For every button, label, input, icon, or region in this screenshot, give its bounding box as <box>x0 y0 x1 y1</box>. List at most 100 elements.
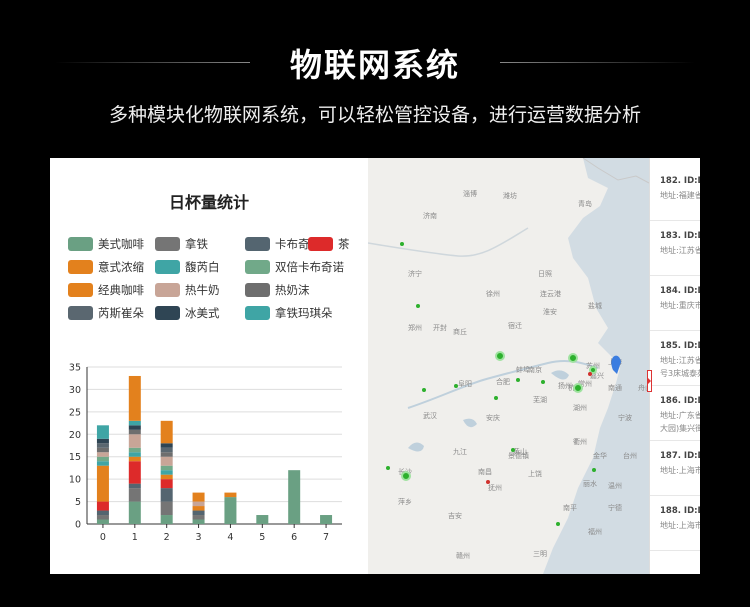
device-list-item[interactable]: 186. ID:D 地址:广东省大园)集兴街 <box>660 396 700 434</box>
map-city-label: 青岛 <box>578 199 592 208</box>
legend-item[interactable]: 拿铁玛琪朵 <box>245 305 333 321</box>
device-address: 地址:上海市 <box>660 521 700 530</box>
alert-marker[interactable] <box>588 372 592 376</box>
device-map[interactable]: 淄博 潍坊 青岛 济南 济宁 日照 连云港 徐州 郑州 开封 商丘 宿迁 盐城 淮安 阜阳 蚌埠 扬州 南通 合肥南… <box>368 158 649 574</box>
bar-segment <box>96 438 109 444</box>
legend-item[interactable]: 经典咖啡 <box>68 282 144 298</box>
alert-marker[interactable] <box>486 480 490 484</box>
device-marker[interactable] <box>386 466 390 470</box>
map-city-label: 湖州 <box>573 403 587 412</box>
device-address: 地址:广东省 <box>660 411 700 420</box>
bar-segment <box>96 515 109 520</box>
device-list-item[interactable]: 185. ID:D 地址:江苏省号3床城泰苑 <box>660 341 700 379</box>
bar-segment <box>128 456 141 462</box>
device-list-item[interactable]: 188. ID:D 地址:上海市 <box>660 506 700 531</box>
device-list-item[interactable]: 183. ID:D 地址:江苏省 <box>660 231 700 256</box>
device-marker[interactable] <box>573 383 583 393</box>
legend-swatch <box>68 283 93 297</box>
device-id: 186. ID:D <box>660 396 700 406</box>
bar-segment <box>192 515 205 520</box>
bar-segment <box>160 465 173 471</box>
y-tick-label: 0 <box>75 520 81 531</box>
map-city-label: 淮安 <box>543 307 557 316</box>
map-city-label: 萍乡 <box>398 497 412 506</box>
x-tick-label: 3 <box>196 532 202 543</box>
device-id: 182. ID:D <box>660 176 700 186</box>
device-marker[interactable] <box>516 378 520 382</box>
device-id: 187. ID:D <box>660 451 700 461</box>
device-marker[interactable] <box>511 448 515 452</box>
bar-segment <box>160 515 173 524</box>
map-city-label: 九江 <box>453 447 467 456</box>
map-city-label: 抚州 <box>488 483 502 492</box>
device-list-item[interactable]: 182. ID:D 地址:福建省 <box>660 176 700 201</box>
device-list[interactable]: 182. ID:D 地址:福建省 183. ID:D 地址:江苏省 184. ID:D 地… <box>649 158 700 574</box>
device-marker[interactable] <box>494 396 498 400</box>
device-list-item[interactable]: 184. ID:D 地址:重庆市 <box>660 286 700 311</box>
legend-item[interactable]: 意式浓缩 <box>68 259 144 275</box>
bar-segment <box>96 456 109 462</box>
list-divider <box>650 275 700 276</box>
legend-item[interactable]: 热牛奶 <box>155 282 220 298</box>
legend-item[interactable]: 冰美式 <box>155 305 220 321</box>
device-marker[interactable] <box>422 388 426 392</box>
legend-label: 热奶沫 <box>275 283 310 297</box>
map-canvas[interactable]: 淄博 潍坊青岛济南济宁 日照连云港徐州郑州 开封 商丘宿迁盐城淮安阜阳蚌埠扬州 南通合肥南… <box>368 158 649 574</box>
list-divider <box>650 440 700 441</box>
legend-label: 冰美式 <box>185 306 220 320</box>
legend-item[interactable]: 芮斯崔朵 <box>68 305 144 321</box>
bar-segment <box>256 515 269 524</box>
device-marker[interactable] <box>556 522 560 526</box>
list-divider <box>650 550 700 551</box>
device-marker[interactable] <box>541 380 545 384</box>
legend-item[interactable]: 双倍卡布奇诺 <box>245 259 344 275</box>
legend-label: 意式浓缩 <box>98 260 144 274</box>
legend-item[interactable]: 热奶沫 <box>245 282 310 298</box>
bar-segment <box>96 425 109 439</box>
bar-segment <box>160 447 173 453</box>
bar-segment <box>96 510 109 516</box>
bar-segment <box>96 519 109 524</box>
device-address: 地址:重庆市 <box>660 301 700 310</box>
collapse-toggle-button[interactable] <box>647 370 652 392</box>
map-city-label: 上饶 <box>528 469 542 478</box>
bar-segment <box>128 434 141 448</box>
map-city-label: 郑州 <box>408 324 422 332</box>
lake <box>408 442 424 452</box>
x-tick-label: 7 <box>323 532 329 543</box>
legend-item[interactable]: 馥芮白 <box>155 259 220 275</box>
map-city-label: 福州 <box>588 527 602 536</box>
legend-item[interactable]: 美式咖啡 <box>68 236 144 252</box>
device-address-line2: 号3床城泰苑 <box>660 369 700 378</box>
legend-label: 热牛奶 <box>185 283 220 297</box>
lake <box>463 418 477 428</box>
map-city-label: 宁波 <box>618 413 632 422</box>
stacked-bar-chart: 0 5 10 15 20 25 30 35 0 1 2 3 4 5 6 7 <box>69 363 342 543</box>
device-address: 地址:福建省 <box>660 191 700 200</box>
list-divider <box>650 495 700 496</box>
device-list-item[interactable]: 187. ID:D 地址:上海市 <box>660 451 700 476</box>
map-city-label: 潍坊 <box>503 191 517 200</box>
bar-segment <box>160 488 173 502</box>
device-marker[interactable] <box>416 304 420 308</box>
bar-segment <box>128 375 141 421</box>
device-id: 188. ID:D <box>660 506 700 516</box>
x-tick-label: 1 <box>132 532 138 543</box>
map-city-label: 连云港 <box>540 289 561 298</box>
device-marker[interactable] <box>400 242 404 246</box>
legend-item[interactable]: 茶 <box>308 236 350 252</box>
map-city-label: 温州 <box>608 481 622 490</box>
map-city-label: 徐州 <box>486 289 500 298</box>
bar-segment <box>160 474 173 480</box>
device-marker[interactable] <box>592 468 596 472</box>
device-marker[interactable] <box>454 384 458 388</box>
legend-swatch <box>68 306 93 320</box>
legend-item[interactable]: 拿铁 <box>155 236 208 252</box>
map-city-label: 日照 <box>538 270 552 278</box>
device-marker[interactable] <box>568 353 578 363</box>
device-marker[interactable] <box>589 366 597 374</box>
device-marker[interactable] <box>401 471 411 481</box>
device-marker[interactable] <box>495 351 505 361</box>
legend-swatch <box>68 237 93 251</box>
page-subtitle: 多种模块化物联网系统，可以轻松管控设备，进行运营数据分析 <box>108 104 641 126</box>
